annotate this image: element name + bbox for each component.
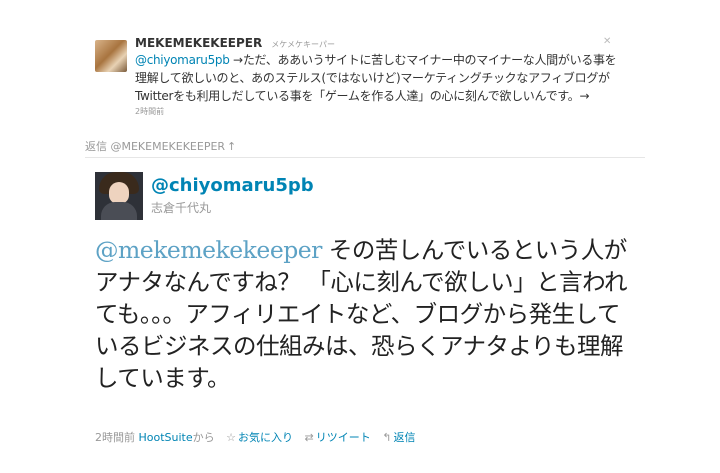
main-avatar[interactable] — [95, 172, 143, 220]
parent-mention-link[interactable]: @chiyomaru5pb — [135, 53, 230, 67]
up-arrow-icon: ↑ — [227, 140, 237, 153]
parent-tweet-header: MEKEMEKEKEEPER メケメケキーパー — [135, 34, 623, 50]
avatar-face-shape — [109, 182, 129, 204]
main-screen-name[interactable]: @chiyomaru5pb — [151, 175, 314, 196]
in-reply-to-label: 返信 @MEKEMEKEKEEPER — [85, 140, 226, 153]
favorite-button[interactable]: ☆ お気に入り — [226, 431, 293, 444]
favorite-label: お気に入り — [238, 431, 294, 444]
retweet-button[interactable]: ⇄ リツイート — [305, 431, 371, 444]
retweet-label: リツイート — [315, 431, 371, 444]
parent-avatar[interactable] — [95, 40, 127, 72]
reply-label: 返信 — [393, 431, 416, 444]
parent-full-name: メケメケキーパー — [271, 40, 335, 49]
parent-tweet: MEKEMEKEKEEPER メケメケキーパー @chiyomaru5pb →た… — [95, 34, 625, 126]
main-mention-link[interactable]: @mekemekekeeper — [95, 236, 322, 264]
star-icon: ☆ — [226, 431, 237, 444]
via-suffix: から — [192, 431, 215, 444]
in-reply-to-bar[interactable]: 返信 @MEKEMEKEKEEPER ↑ — [85, 139, 645, 158]
via-client-link[interactable]: HootSuite — [139, 431, 193, 444]
avatar-body-shape — [101, 202, 137, 220]
reply-icon: ↰ — [382, 431, 392, 444]
main-tweet-text: @mekemekekeeper その苦しんでいるという人がアナタなんですね？ 「… — [95, 234, 635, 394]
tweet-timestamp[interactable]: 2時間前 — [95, 431, 135, 444]
parent-tweet-body: MEKEMEKEKEEPER メケメケキーパー @chiyomaru5pb →た… — [135, 34, 623, 117]
parent-tweet-text: @chiyomaru5pb →ただ、ああいうサイトに苦しむマイナー中のマイナーな… — [135, 51, 623, 105]
tweet-details-icon[interactable]: ✕ — [603, 36, 615, 48]
parent-screen-name[interactable]: MEKEMEKEKEEPER — [135, 36, 262, 50]
main-full-name: 志倉千代丸 — [151, 201, 212, 215]
tweet-meta-row: 2時間前 HootSuiteから ☆ お気に入り ⇄ リツイート ↰ 返信 — [95, 430, 415, 446]
parent-tweet-time[interactable]: 2時間前 — [135, 106, 623, 117]
reply-button[interactable]: ↰ 返信 — [382, 431, 415, 444]
retweet-icon: ⇄ — [304, 431, 314, 444]
